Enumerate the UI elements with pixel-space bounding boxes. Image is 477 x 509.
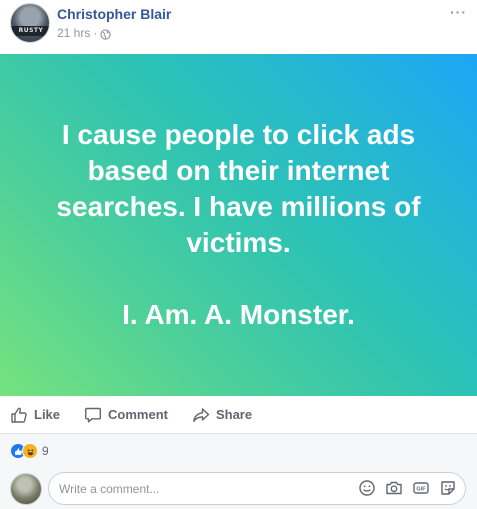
status-background: I cause people to click ads based on the…: [0, 54, 477, 396]
status-line: I cause people to click ads: [61, 119, 416, 150]
more-options-icon[interactable]: ···: [450, 4, 467, 20]
post-timestamp[interactable]: 21 hrs: [57, 25, 90, 41]
gif-icon[interactable]: GIF: [412, 479, 430, 497]
avatar-band-text: RUSTY: [18, 27, 44, 34]
action-bar: Like Comment Share: [0, 396, 477, 434]
status-spacer: [19, 261, 459, 297]
commenter-avatar: [10, 473, 42, 505]
share-button[interactable]: Share: [192, 406, 252, 424]
svg-text:GIF: GIF: [416, 487, 426, 493]
thumbs-up-icon: [11, 407, 27, 423]
post-header: RUSTY Christopher Blair 21 hrs · ···: [0, 0, 477, 54]
comment-box[interactable]: GIF: [48, 472, 466, 505]
status-line: victims.: [186, 227, 291, 258]
status-line: based on their internet: [87, 155, 390, 186]
status-line: searches. I have millions of: [56, 191, 421, 222]
emoji-icon[interactable]: [358, 479, 376, 497]
share-label: Share: [215, 407, 253, 422]
sticker-icon[interactable]: [439, 479, 457, 497]
comment-label: Comment: [108, 407, 168, 422]
post-meta: 21 hrs ·: [57, 25, 112, 41]
reactions-bar: 9: [0, 434, 477, 468]
camera-icon[interactable]: [385, 479, 403, 497]
author-avatar[interactable]: RUSTY: [10, 3, 50, 43]
comment-row: GIF: [0, 468, 477, 509]
comment-input[interactable]: [59, 473, 349, 504]
status-text: I cause people to click ads based on the…: [19, 117, 459, 333]
like-label: Like: [34, 407, 61, 422]
haha-reaction-icon[interactable]: [22, 443, 38, 459]
like-button[interactable]: Like: [10, 406, 60, 424]
status-line: I. Am. A. Monster.: [122, 299, 355, 330]
author-name[interactable]: Christopher Blair: [57, 5, 171, 23]
meta-separator: ·: [93, 26, 98, 40]
comment-tools: GIF: [358, 479, 457, 497]
comment-button[interactable]: Comment: [84, 406, 168, 424]
reaction-count[interactable]: 9: [42, 444, 49, 458]
facebook-post: RUSTY Christopher Blair 21 hrs · ··· I c…: [0, 0, 477, 509]
share-arrow-icon: [193, 407, 210, 422]
comment-bubble-icon: [85, 407, 102, 422]
globe-icon: [100, 28, 112, 40]
